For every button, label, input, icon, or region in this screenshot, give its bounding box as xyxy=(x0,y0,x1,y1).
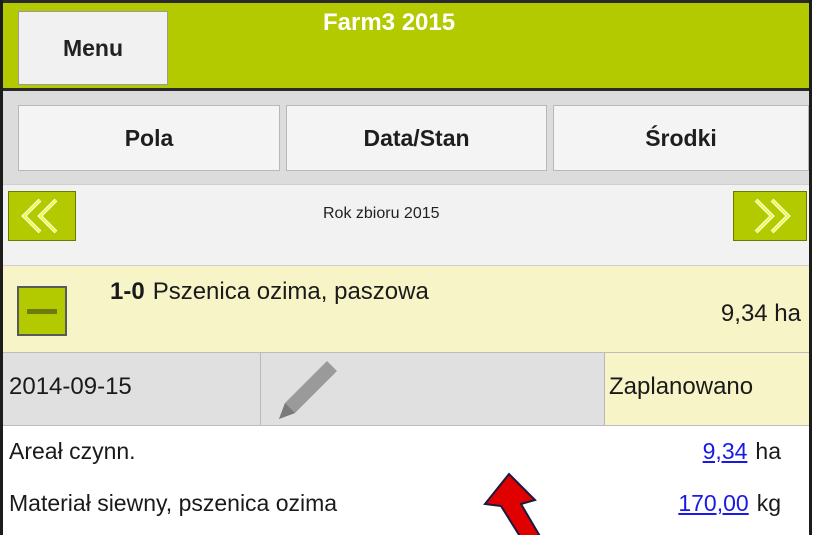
crop-header-row: 1-0 Pszenica ozima, paszowa 9,34 ha xyxy=(3,266,809,352)
tab-srodki[interactable]: Środki xyxy=(553,105,809,171)
detail-row-area: Areał czynn. 9,34 ha xyxy=(3,432,809,480)
area-value-link[interactable]: 9,34 xyxy=(703,438,748,464)
unit-label: kg xyxy=(756,490,781,516)
crop-name: Pszenica ozima, paszowa xyxy=(152,278,429,305)
header-bar: Menu Farm3 2015 xyxy=(3,0,809,91)
detail-label: Materiał siewny, pszenica ozima xyxy=(9,490,338,516)
detail-value: 9,34 ha xyxy=(703,438,781,465)
minus-icon xyxy=(27,308,57,314)
year-navigator: Rok zbioru 2015 xyxy=(3,184,809,266)
previous-year-button[interactable] xyxy=(8,191,76,241)
seed-quantity-link[interactable]: 170,00 xyxy=(678,490,748,516)
menu-button[interactable]: Menu xyxy=(18,11,168,85)
tab-bar: Pola Data/Stan Środki xyxy=(3,91,809,184)
field-code: 1-0 xyxy=(110,278,145,305)
double-chevron-right-icon xyxy=(754,198,791,234)
tab-pola[interactable]: Pola xyxy=(18,105,280,171)
detail-row-seed: Materiał siewny, pszenica ozima 170,00 kg xyxy=(3,484,809,532)
unit-label: ha xyxy=(755,438,781,464)
crop-area-value: 9,34 ha xyxy=(720,300,801,327)
pencil-icon xyxy=(279,361,337,419)
operation-row: 2014-09-15 Zaplanowano xyxy=(3,352,809,426)
status-badge: Zaplanowano xyxy=(605,353,809,425)
app-frame: Menu Farm3 2015 Pola Data/Stan Środki Ro… xyxy=(0,0,812,535)
next-year-button[interactable] xyxy=(733,191,807,241)
collapse-button[interactable] xyxy=(17,286,67,336)
detail-label: Areał czynn. xyxy=(9,438,136,464)
detail-value: 170,00 kg xyxy=(678,490,781,517)
crop-title: 1-0 Pszenica ozima, paszowa xyxy=(110,278,429,306)
operation-date[interactable]: 2014-09-15 xyxy=(3,353,261,425)
harvest-year-label: Rok zbioru 2015 xyxy=(323,205,440,222)
double-chevron-left-icon xyxy=(21,198,58,234)
tab-data-stan[interactable]: Data/Stan xyxy=(286,105,547,171)
edit-button[interactable] xyxy=(261,353,605,425)
app-title: Farm3 2015 xyxy=(323,9,456,36)
